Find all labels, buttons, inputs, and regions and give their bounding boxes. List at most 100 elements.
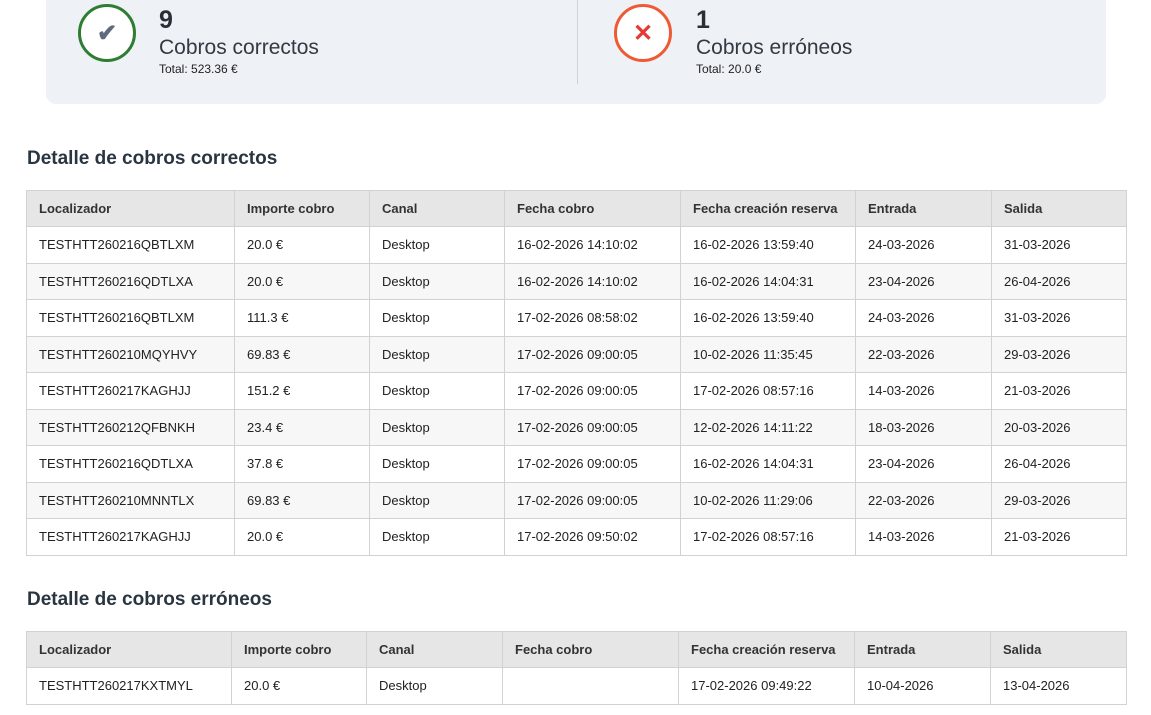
table-cell: Desktop (369, 481, 505, 519)
table-cell: 23-04-2026 (855, 262, 992, 300)
table-cell: 16-02-2026 13:59:40 (680, 299, 856, 337)
error-total: Total: 20.0 € (696, 62, 762, 76)
table-cell: 17-02-2026 09:00:05 (504, 408, 681, 446)
table-cell: 13-04-2026 (990, 667, 1127, 705)
table-cell: 69.83 € (234, 335, 370, 373)
table-cell: Desktop (369, 335, 505, 373)
table-row[interactable]: TESTHTT260210MQYHVY 69.83 € Desktop 17-02-2… (26, 335, 1127, 373)
table-cell: TESTHTT260216QBTLXM (26, 226, 235, 264)
column-header[interactable]: Canal (366, 631, 503, 668)
table-cell: 16-02-2026 14:10:02 (504, 262, 681, 300)
table-cell: TESTHTT260212QFBNKH (26, 408, 235, 446)
table-cell: TESTHTT260217KAGHJJ (26, 518, 235, 556)
table-cell: 20-03-2026 (991, 408, 1127, 446)
table-cell: 16-02-2026 14:10:02 (504, 226, 681, 264)
error-count: 1 (696, 6, 710, 34)
column-header[interactable]: Importe cobro (234, 190, 370, 227)
table-cell: 26-04-2026 (991, 262, 1127, 300)
table-cell: 17-02-2026 09:00:05 (504, 445, 681, 483)
table-cell: Desktop (369, 262, 505, 300)
table-row[interactable]: TESTHTT260216QDTLXA 20.0 € Desktop 16-02-20… (26, 262, 1127, 300)
table-cell: Desktop (369, 372, 505, 410)
table-row[interactable]: TESTHTT260216QBTLXM 111.3 € Desktop 17-02-2… (26, 299, 1127, 337)
error-table: Localizador Importe cobro Canal Fecha cobro… (26, 631, 1127, 705)
table-row[interactable]: TESTHTT260217KAGHJJ 20.0 € Desktop 17-02-20… (26, 518, 1127, 556)
table-cell: TESTHTT260216QBTLXM (26, 299, 235, 337)
table-row[interactable]: TESTHTT260216QDTLXA 37.8 € Desktop 17-02-20… (26, 445, 1127, 483)
correct-label: Cobros correctos (159, 36, 319, 59)
column-header[interactable]: Canal (369, 190, 505, 227)
column-header[interactable]: Entrada (854, 631, 991, 668)
table-cell: 22-03-2026 (855, 481, 992, 519)
table-cell: Desktop (369, 226, 505, 264)
correct-total: Total: 523.36 € (159, 62, 238, 76)
column-header[interactable]: Salida (991, 190, 1127, 227)
table-cell: 24-03-2026 (855, 299, 992, 337)
table-cell: 17-02-2026 09:49:22 (678, 667, 855, 705)
table-cell: 16-02-2026 14:04:31 (680, 262, 856, 300)
column-header[interactable]: Localizador (26, 190, 235, 227)
table-cell: 16-02-2026 13:59:40 (680, 226, 856, 264)
table-cell: TESTHTT260217KAGHJJ (26, 372, 235, 410)
table-cell: 14-03-2026 (855, 372, 992, 410)
column-header[interactable]: Importe cobro (231, 631, 367, 668)
table-cell: 29-03-2026 (991, 335, 1127, 373)
column-header[interactable]: Fecha creación reserva (680, 190, 856, 227)
error-label: Cobros erróneos (696, 36, 853, 59)
table-cell: Desktop (369, 445, 505, 483)
table-cell: TESTHTT260217KXTMYL (26, 667, 232, 705)
table-header-row: Localizador Importe cobro Canal Fecha cobro… (26, 631, 1127, 668)
table-cell: Desktop (366, 667, 503, 705)
table-cell: 21-03-2026 (991, 372, 1127, 410)
correct-section-title: Detalle de cobros correctos (27, 148, 278, 169)
table-cell: 17-02-2026 09:00:05 (504, 372, 681, 410)
check-icon: ✔ (78, 4, 136, 62)
table-cell: 22-03-2026 (855, 335, 992, 373)
summary-errors: ✕ 1 Cobros erróneos Total: 20.0 € (577, 0, 1107, 84)
table-cell: TESTHTT260216QDTLXA (26, 445, 235, 483)
table-cell: 10-02-2026 11:29:06 (680, 481, 856, 519)
table-cell: 17-02-2026 08:58:02 (504, 299, 681, 337)
table-cell: 151.2 € (234, 372, 370, 410)
table-row[interactable]: TESTHTT260217KXTMYL 20.0 € Desktop 17-02-20… (26, 667, 1127, 705)
table-cell: 18-03-2026 (855, 408, 992, 446)
column-header[interactable]: Fecha cobro (502, 631, 679, 668)
table-cell: 31-03-2026 (991, 226, 1127, 264)
column-header[interactable]: Salida (990, 631, 1127, 668)
table-cell: 21-03-2026 (991, 518, 1127, 556)
table-cell: 17-02-2026 08:57:16 (680, 518, 856, 556)
column-header[interactable]: Entrada (855, 190, 992, 227)
table-cell: 69.83 € (234, 481, 370, 519)
table-cell: 20.0 € (234, 518, 370, 556)
table-cell: TESTHTT260210MQYHVY (26, 335, 235, 373)
table-cell: 20.0 € (234, 262, 370, 300)
table-row[interactable]: TESTHTT260217KAGHJJ 151.2 € Desktop 17-02-2… (26, 372, 1127, 410)
table-cell: 12-02-2026 14:11:22 (680, 408, 856, 446)
summary-panel: ✔ 9 Cobros correctos Total: 523.36 € ✕ 1… (46, 0, 1106, 104)
table-cell: Desktop (369, 299, 505, 337)
table-cell: 10-02-2026 11:35:45 (680, 335, 856, 373)
table-cell: 20.0 € (234, 226, 370, 264)
table-cell: 23.4 € (234, 408, 370, 446)
table-cell: 23-04-2026 (855, 445, 992, 483)
table-cell: 111.3 € (234, 299, 370, 337)
table-cell: 17-02-2026 09:00:05 (504, 335, 681, 373)
table-cell (502, 667, 679, 705)
table-row[interactable]: TESTHTT260210MNNTLX 69.83 € Desktop 17-02-2… (26, 481, 1127, 519)
table-row[interactable]: TESTHTT260216QBTLXM 20.0 € Desktop 16-02-20… (26, 226, 1127, 264)
table-cell: 17-02-2026 09:50:02 (504, 518, 681, 556)
table-cell: 37.8 € (234, 445, 370, 483)
column-header[interactable]: Localizador (26, 631, 232, 668)
table-row[interactable]: TESTHTT260212QFBNKH 23.4 € Desktop 17-02-20… (26, 408, 1127, 446)
table-cell: 16-02-2026 14:04:31 (680, 445, 856, 483)
table-cell: Desktop (369, 408, 505, 446)
table-cell: 10-04-2026 (854, 667, 991, 705)
summary-correct: ✔ 9 Cobros correctos Total: 523.36 € (46, 0, 576, 94)
column-header[interactable]: Fecha creación reserva (678, 631, 855, 668)
table-cell: 17-02-2026 09:00:05 (504, 481, 681, 519)
column-header[interactable]: Fecha cobro (504, 190, 681, 227)
table-cell: 26-04-2026 (991, 445, 1127, 483)
table-cell: 31-03-2026 (991, 299, 1127, 337)
table-cell: Desktop (369, 518, 505, 556)
table-cell: 17-02-2026 08:57:16 (680, 372, 856, 410)
